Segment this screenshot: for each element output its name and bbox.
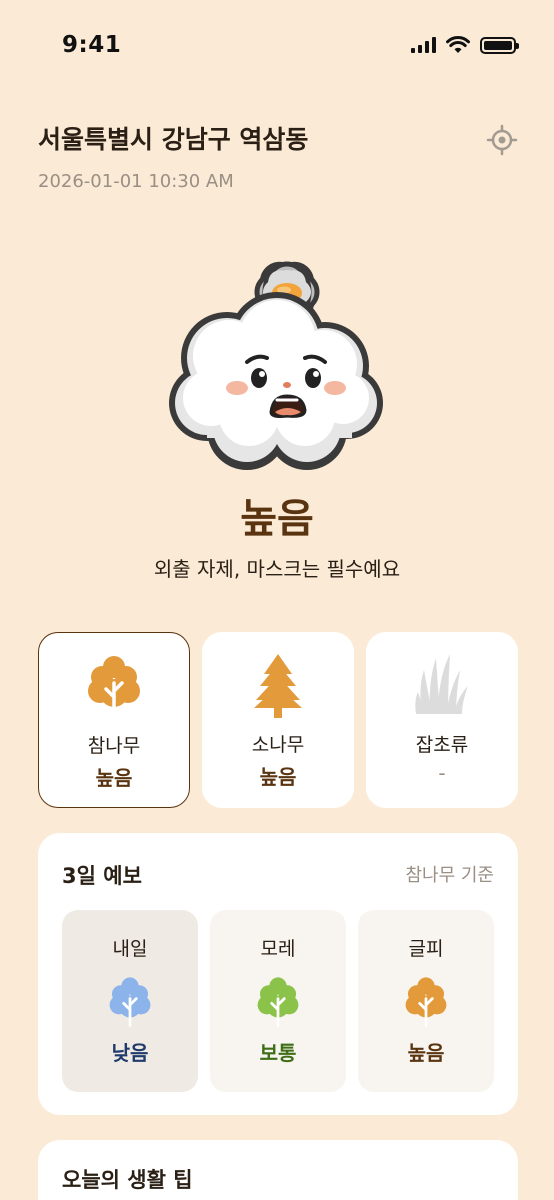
forecast-day-label: 글피 (408, 938, 444, 960)
oak-tree-icon (88, 656, 140, 719)
forecast-day-value: 낮음 (111, 1041, 149, 1065)
forecast-title: 3일 예보 (62, 864, 142, 888)
forecast-basis[interactable]: 참나무 기준 (405, 861, 494, 887)
pollen-name: 잡초류 (415, 734, 469, 756)
cloud-body (169, 292, 383, 470)
updated-datetime: 2026-01-01 10:30 AM (38, 171, 234, 192)
pollen-value: 높음 (259, 765, 297, 789)
grass-icon (415, 654, 468, 714)
oak-tree-icon (405, 977, 447, 1027)
worried-pollen-cloud-mascot (169, 261, 383, 470)
pollen-advice-text: 외출 자제, 마스크는 필수예요 (153, 557, 401, 581)
location-title[interactable]: 서울특별시 강남구 역삼동 (38, 120, 308, 156)
pollen-card-weeds[interactable]: 잡초류 - (366, 632, 518, 808)
pollen-name: 참나무 (87, 735, 141, 757)
forecast-day-value: 보통 (259, 1041, 297, 1065)
pollen-card-oak[interactable]: 참나무 높음 (38, 632, 190, 808)
daily-tips-card[interactable]: 오늘의 생활 팁 (38, 1140, 518, 1200)
forecast-day-value: 높음 (407, 1041, 445, 1065)
pollen-name: 소나무 (251, 734, 305, 756)
oak-tree-icon (109, 977, 151, 1027)
tips-title: 오늘의 생활 팁 (62, 1168, 193, 1192)
current-location-icon[interactable] (486, 124, 518, 156)
pine-tree-icon (254, 654, 302, 718)
status-icons (411, 36, 519, 54)
pollen-card-pine[interactable]: 소나무 높음 (202, 632, 354, 808)
forecast-day-label: 모레 (260, 938, 296, 960)
pollen-level-text: 높음 (240, 496, 314, 542)
forecast-day-after-tomorrow[interactable]: 모레 보통 (210, 910, 346, 1092)
oak-tree-icon (257, 977, 299, 1027)
forecast-day-tomorrow[interactable]: 내일 낮음 (62, 910, 198, 1092)
forecast-day-label: 내일 (112, 938, 148, 960)
forecast-day-third[interactable]: 글피 높음 (358, 910, 494, 1092)
cellular-signal-icon (411, 37, 436, 53)
pollen-value: - (438, 761, 446, 785)
forecast-card: 3일 예보 참나무 기준 내일 낮음 모레 보통 글피 높음 (38, 833, 518, 1115)
status-bar: 9:41 (0, 0, 554, 96)
pollen-value: 높음 (95, 766, 133, 790)
wifi-icon (446, 36, 470, 53)
status-time: 9:41 (62, 32, 122, 58)
battery-icon (480, 36, 519, 54)
